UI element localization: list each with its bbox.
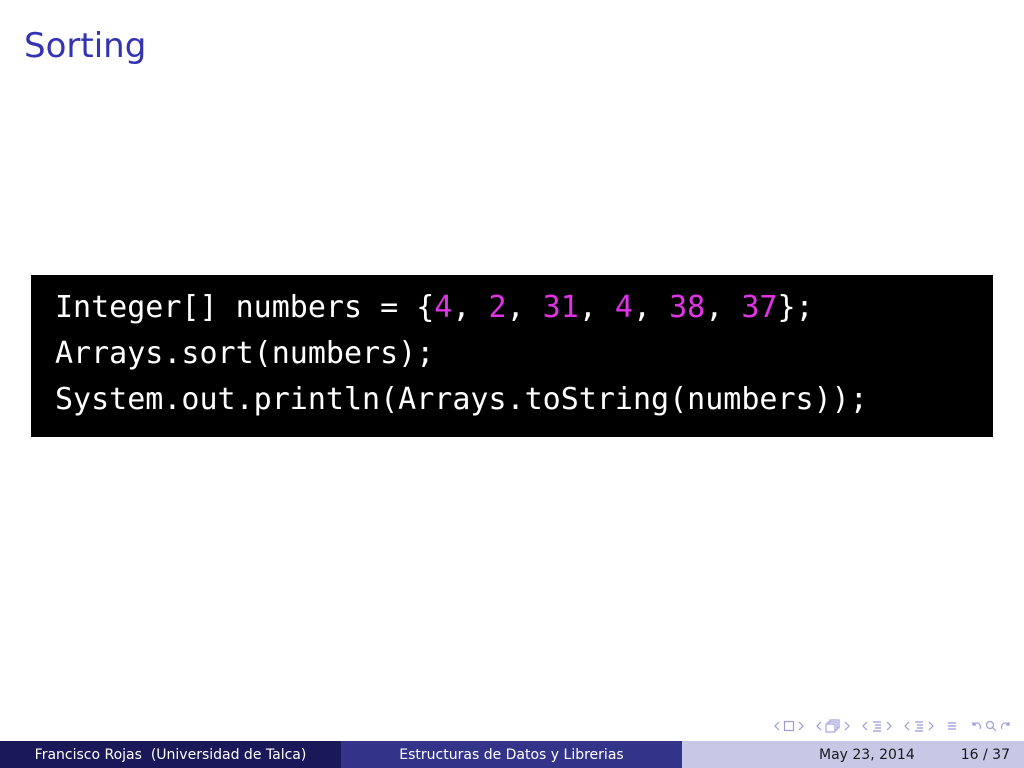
code-line-3: System.out.println(Arrays.toString(numbe… [55,377,993,423]
code-line-2: Arrays.sort(numbers); [55,331,993,377]
footer-page-number: 16 / 37 [960,746,1010,763]
code-text: Arrays.sort(numbers); [55,336,435,371]
beamer-navigation-bar [766,716,1012,736]
next-arrow-icon[interactable] [844,721,850,731]
nav-group-align [946,720,958,732]
footer-author: Francisco Rojas (Universidad de Talca) [0,741,341,768]
code-text: System.out.println(Arrays.toString(numbe… [55,382,868,417]
nav-group-frame [774,720,804,732]
footer-title-text: Estructuras de Datos y Librerias [399,746,624,763]
redo-icon[interactable] [1000,720,1012,732]
next-arrow-icon[interactable] [886,721,892,731]
nav-group-search [970,720,1012,732]
code-text: , [632,290,670,325]
code-text: , [452,290,489,325]
prev-arrow-icon[interactable] [862,721,868,731]
search-icon[interactable] [985,720,997,732]
code-text: }; [777,290,814,325]
prev-arrow-icon[interactable] [816,721,822,731]
code-line-1: Integer[] numbers = {4, 2, 31, 4, 38, 37… [55,285,993,331]
frame-icon[interactable] [783,720,795,732]
code-block: Integer[] numbers = {4, 2, 31, 4, 38, 37… [31,275,993,437]
code-number-literal: 2 [488,290,507,325]
code-number-literal: 38 [669,290,706,325]
nav-group-document [904,720,934,732]
footer-author-text: Francisco Rojas (Universidad de Talca) [34,746,307,763]
section-icon[interactable] [913,720,925,732]
code-text: , [705,290,742,325]
subsection-icon[interactable] [871,720,883,732]
frames-stack-icon[interactable] [825,719,841,733]
nav-group-section [862,720,892,732]
code-number-literal: 4 [434,290,453,325]
footer-date-page: May 23, 2014 16 / 37 [682,741,1024,768]
next-arrow-icon[interactable] [928,721,934,731]
footer-date: May 23, 2014 [819,746,915,763]
nav-group-subsection [816,719,850,733]
code-text: , [578,290,615,325]
footer-title: Estructuras de Datos y Librerias [341,741,682,768]
next-arrow-icon[interactable] [798,721,804,731]
code-number-literal: 4 [614,290,633,325]
align-icon[interactable] [946,720,958,732]
code-text: , [506,290,543,325]
prev-arrow-icon[interactable] [774,721,780,731]
code-number-literal: 31 [542,290,579,325]
code-number-literal: 37 [741,290,778,325]
frame-title: Sorting [24,26,147,66]
footer: Francisco Rojas (Universidad de Talca) E… [0,741,1024,768]
undo-icon[interactable] [970,720,982,732]
prev-arrow-icon[interactable] [904,721,910,731]
code-text: Integer[] numbers = { [55,290,435,325]
